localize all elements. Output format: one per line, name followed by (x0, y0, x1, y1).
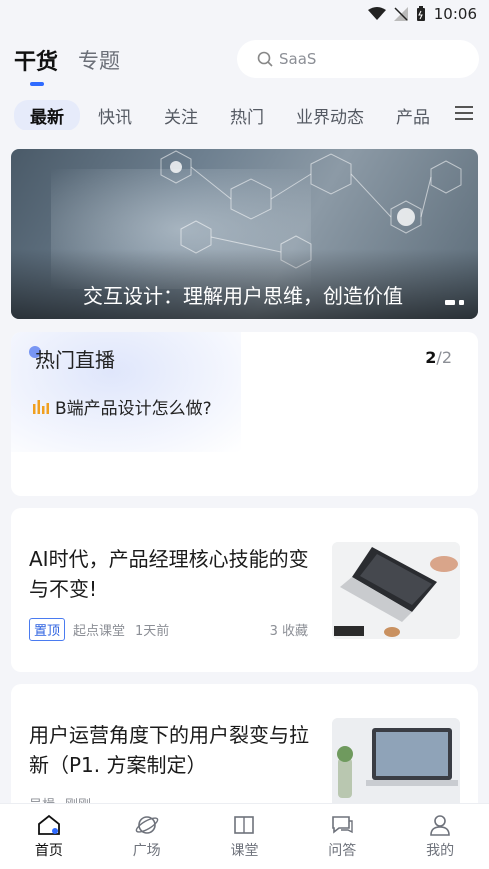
article-card[interactable]: AI时代，产品经理核心技能的变与不变! 置顶 起点课堂 1天前 3 收藏 (11, 508, 478, 672)
search-input[interactable]: SaaS (237, 40, 479, 78)
tab-ganhuo[interactable]: 干货 (14, 44, 59, 86)
tab-active-indicator (30, 82, 44, 86)
article-title: 用户运营角度下的用户裂变与拉新（P1. 方案制定） (29, 723, 309, 777)
article-thumbnail (332, 718, 460, 808)
tab-ganhuo-label: 干货 (14, 50, 59, 75)
status-bar: 10:06 (0, 0, 489, 28)
article-title: AI时代，产品经理核心技能的变与不变! (29, 547, 309, 601)
banner-dot (445, 300, 455, 305)
menu-icon[interactable] (455, 105, 473, 121)
category-tab-news[interactable]: 快讯 (98, 103, 132, 128)
live-page-current: 2 (425, 348, 437, 367)
home-icon (37, 814, 60, 835)
header: 干货 专题 SaaS (0, 36, 489, 86)
hot-live-card[interactable]: 热门直播 2/2 B端产品设计怎么做? (11, 332, 478, 496)
banner-dot (459, 300, 464, 305)
banner-title: 交互设计：理解用户思维，创造价值 (83, 284, 403, 308)
category-tab-hot[interactable]: 热门 (230, 103, 264, 128)
status-time: 10:06 (433, 5, 477, 23)
article-favorites: 3 收藏 (269, 624, 308, 639)
search-icon (257, 51, 273, 67)
nav-plaza[interactable]: 广场 (98, 804, 196, 869)
nav-mine[interactable]: 我的 (391, 804, 489, 869)
banner-carousel[interactable]: 交互设计：理解用户思维，创造价值 (11, 149, 478, 319)
tab-zhuanti-label: 专题 (78, 49, 121, 73)
nav-classroom-label: 课堂 (230, 843, 259, 859)
category-tab-industry[interactable]: 业界动态 (296, 103, 364, 128)
no-signal-icon (393, 7, 408, 21)
live-item[interactable]: B端产品设计怎么做? (33, 394, 212, 419)
live-bars-icon (33, 399, 49, 414)
search-placeholder: SaaS (279, 50, 317, 68)
wifi-icon (367, 7, 386, 20)
bottom-nav: 首页 广场 课堂 问答 我的 (0, 803, 489, 869)
article-time: 1天前 (135, 624, 170, 639)
tab-zhuanti[interactable]: 专题 (78, 45, 120, 75)
live-pagination: 2/2 (425, 348, 452, 367)
category-tab-follow[interactable]: 关注 (164, 103, 198, 128)
user-icon (430, 815, 450, 836)
laptop-photo-thumbnail (332, 542, 460, 639)
nav-qa[interactable]: 问答 (293, 804, 391, 869)
category-tabs: 最新 快讯 关注 热门 业界动态 产品 (14, 100, 489, 130)
chat-icon (332, 816, 353, 834)
desk-photo-thumbnail (332, 718, 460, 808)
battery-icon (416, 6, 425, 21)
article-thumbnail (332, 542, 460, 639)
nav-classroom[interactable]: 课堂 (196, 804, 294, 869)
category-tab-latest[interactable]: 最新 (14, 100, 80, 130)
nav-plaza-label: 广场 (132, 843, 161, 859)
category-tab-product[interactable]: 产品 (396, 103, 430, 128)
live-title: 热门直播 (35, 348, 115, 372)
nav-qa-label: 问答 (328, 843, 357, 859)
article-source: 起点课堂 (73, 624, 126, 639)
pinned-badge: 置顶 (29, 618, 66, 641)
book-icon (234, 816, 255, 834)
nav-mine-label: 我的 (426, 843, 455, 859)
live-item-title: B端产品设计怎么做? (55, 399, 212, 419)
planet-icon (135, 816, 158, 834)
live-page-total: /2 (436, 348, 452, 367)
nav-home[interactable]: 首页 (0, 804, 98, 869)
banner-pagination (445, 300, 464, 305)
article-meta: 置顶 起点课堂 1天前 (29, 618, 169, 641)
nav-home-label: 首页 (34, 843, 63, 859)
